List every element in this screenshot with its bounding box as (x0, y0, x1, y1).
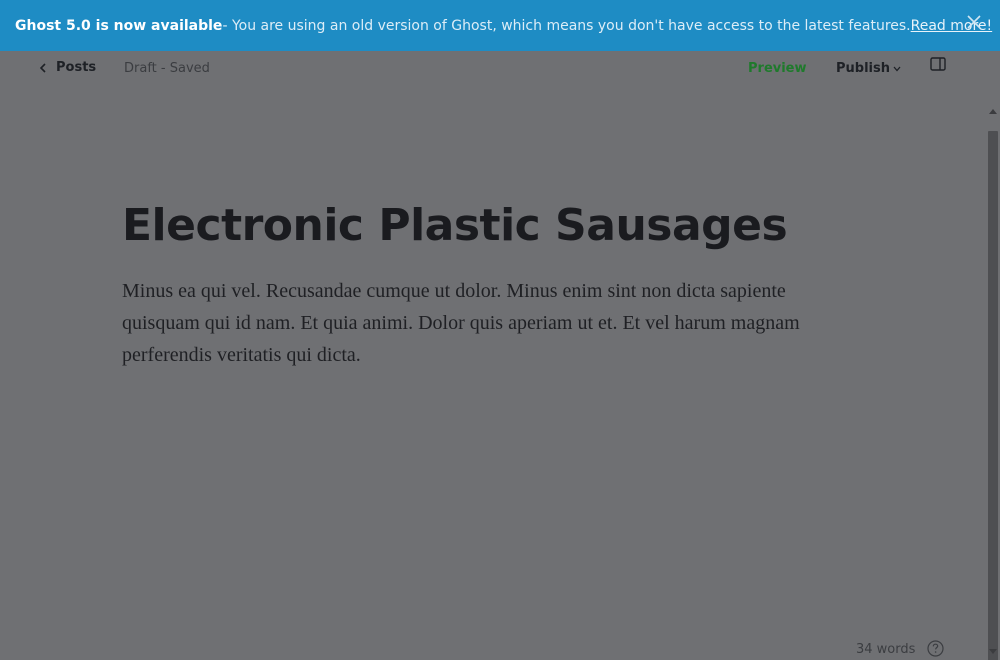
scroll-thumb[interactable] (988, 131, 998, 660)
question-circle-icon[interactable] (927, 640, 944, 660)
banner-message: - You are using an old version of Ghost,… (222, 17, 911, 34)
save-status: Draft - Saved (124, 61, 210, 76)
editor-header: Posts Draft - Saved Preview Publish (0, 51, 986, 87)
preview-button[interactable]: Preview (748, 61, 807, 76)
back-to-posts-button[interactable]: Posts (40, 60, 96, 75)
update-banner: Ghost 5.0 is now available - You are usi… (0, 0, 1000, 51)
publish-label: Publish (836, 61, 890, 76)
back-label: Posts (56, 60, 97, 75)
scroll-up-arrow-icon[interactable] (989, 109, 997, 114)
scroll-down-arrow-icon[interactable] (989, 649, 997, 654)
close-icon[interactable] (966, 14, 982, 36)
sidebar-toggle-icon[interactable] (930, 57, 946, 75)
post-body[interactable]: Minus ea qui vel. Recusandae cumque ut d… (122, 275, 842, 371)
scrollbar[interactable] (986, 51, 1000, 660)
chevron-left-icon (40, 62, 46, 73)
publish-button[interactable]: Publish (836, 61, 901, 76)
chevron-down-icon (893, 66, 901, 71)
word-count: 34 words (856, 642, 916, 657)
banner-headline: Ghost 5.0 is now available (15, 17, 223, 34)
post-title[interactable]: Electronic Plastic Sausages (122, 200, 788, 251)
